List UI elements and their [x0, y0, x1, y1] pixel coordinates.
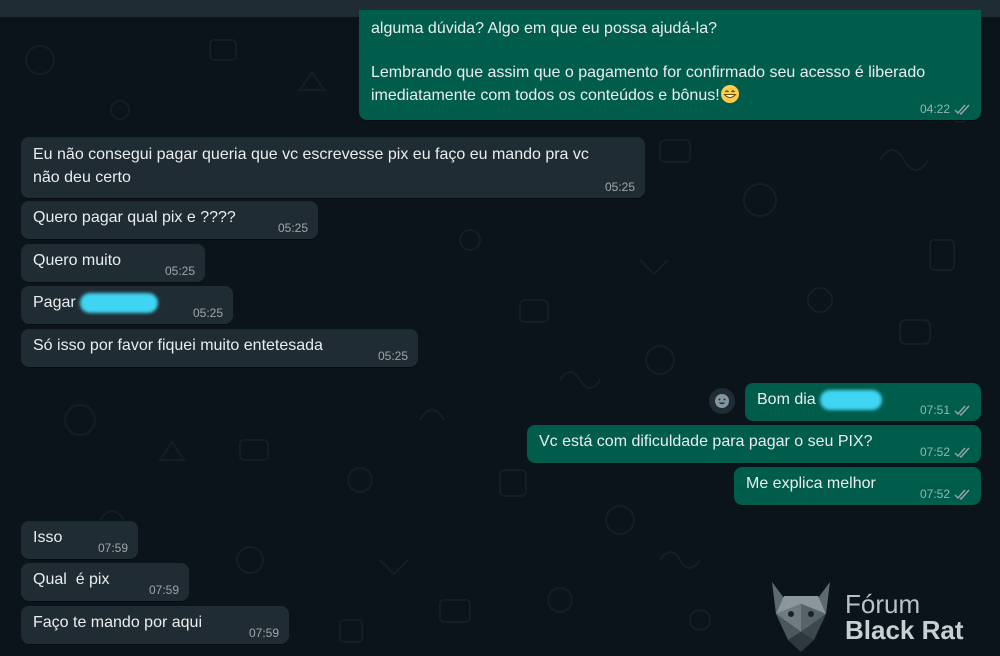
emoji-reaction-button[interactable]	[709, 388, 735, 414]
message-meta: 07:59	[98, 541, 128, 555]
message-time: 05:25	[277, 221, 308, 235]
message-meta: 05:25	[278, 221, 308, 235]
rat-logo-icon	[772, 582, 830, 652]
double-check-icon	[954, 104, 970, 115]
incoming-message[interactable]: Qual é pix 07:59	[21, 563, 189, 601]
outgoing-message[interactable]: alguma dúvida? Algo em que eu possa ajud…	[359, 10, 981, 120]
message-time: 07:59	[148, 583, 179, 597]
message-meta: 04:22	[920, 102, 971, 116]
double-check-icon	[954, 489, 970, 500]
message-text-line: imediatamente com todos os conteúdos e b…	[371, 84, 971, 107]
outgoing-message[interactable]: Me explica melhor 07:52	[734, 467, 981, 505]
grinning-face-emoji	[720, 85, 739, 103]
message-meta: 07:52	[920, 445, 971, 459]
message-time: 05:25	[192, 306, 223, 320]
watermark-forum-text: Fórum	[845, 589, 921, 619]
message-meta: 05:25	[378, 349, 408, 363]
incoming-message[interactable]: Isso 07:59	[21, 521, 138, 559]
message-meta: 07:52	[920, 487, 971, 501]
message-text: Vc está com dificuldade para pagar o seu…	[539, 433, 873, 450]
emoji-reaction-icon	[715, 394, 729, 408]
message-time: 05:25	[604, 180, 635, 194]
message-text: Eu não consegui pagar queria que vc escr…	[33, 146, 589, 186]
incoming-message[interactable]: Eu não consegui pagar queria que vc escr…	[21, 137, 645, 198]
redacted-name	[820, 389, 883, 410]
message-text: imediatamente com todos os conteúdos e b…	[371, 87, 720, 104]
message-time: 07:52	[919, 487, 950, 501]
message-time: 05:25	[377, 349, 408, 363]
double-check-icon	[954, 447, 970, 458]
message-text-line: alguma dúvida? Algo em que eu possa ajud…	[371, 20, 718, 37]
message-meta: 05:25	[605, 180, 635, 194]
incoming-message[interactable]: Pagar 05:25	[21, 286, 233, 324]
outgoing-message[interactable]: Bom dia 07:51	[745, 383, 981, 421]
message-time: 07:59	[248, 626, 279, 640]
message-meta: 05:25	[193, 306, 223, 320]
message-meta: 05:25	[165, 264, 195, 278]
message-time: 07:52	[919, 445, 950, 459]
message-text: Quero pagar qual pix e ????	[33, 209, 236, 226]
message-text: Pagar	[33, 294, 76, 311]
message-meta: 07:59	[149, 583, 179, 597]
message-time: 04:22	[919, 102, 950, 116]
watermark-brand-text: Black Rat	[845, 615, 964, 645]
incoming-message[interactable]: Faço te mando por aqui 07:59	[21, 606, 289, 644]
message-time: 07:59	[97, 541, 128, 555]
redacted-name	[80, 292, 159, 313]
message-text: Bom dia	[757, 391, 816, 408]
message-text: Faço te mando por aqui	[33, 614, 202, 631]
message-meta: 07:51	[920, 403, 971, 417]
message-time: 07:51	[919, 403, 950, 417]
message-meta: 07:59	[249, 626, 279, 640]
outgoing-message[interactable]: Vc está com dificuldade para pagar o seu…	[527, 425, 981, 463]
double-check-icon	[954, 405, 970, 416]
incoming-message[interactable]: Só isso por favor fiquei muito entetesad…	[21, 329, 418, 367]
message-text: Só isso por favor fiquei muito entetesad…	[33, 337, 323, 354]
message-time: 05:25	[164, 264, 195, 278]
incoming-message[interactable]: Quero pagar qual pix e ???? 05:25	[21, 201, 318, 239]
incoming-message[interactable]: Quero muito 05:25	[21, 244, 205, 282]
message-text-line: Lembrando que assim que o pagamento for …	[371, 64, 926, 81]
